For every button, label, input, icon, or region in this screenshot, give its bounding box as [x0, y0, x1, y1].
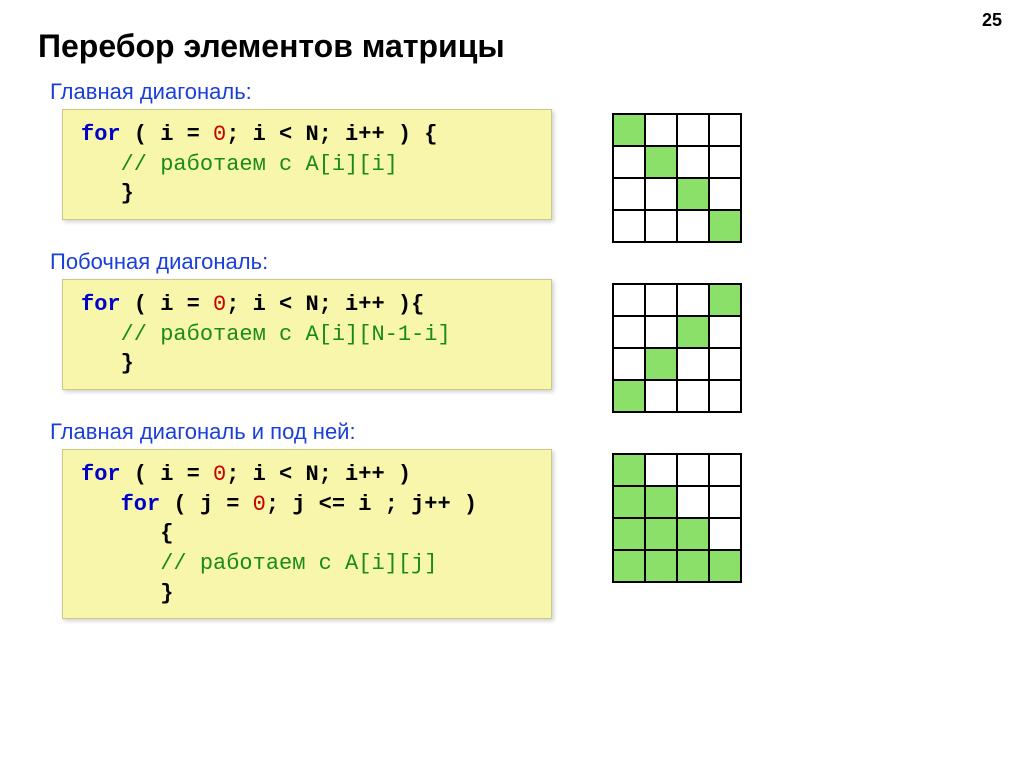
matrix-cell	[678, 211, 710, 243]
matrix-cell	[646, 487, 678, 519]
section-label-anti-diag: Побочная диагональ:	[50, 249, 986, 275]
matrix-cell	[646, 381, 678, 413]
matrix-cell	[710, 349, 742, 381]
matrix-lower-tri	[612, 453, 742, 583]
matrix-cell	[614, 455, 646, 487]
matrix-cell	[678, 381, 710, 413]
matrix-cell	[710, 519, 742, 551]
section-label-main-diag: Главная диагональ:	[50, 79, 986, 105]
matrix-cell	[614, 211, 646, 243]
matrix-cell	[678, 551, 710, 583]
matrix-cell	[710, 147, 742, 179]
matrix-cell	[678, 285, 710, 317]
matrix-cell	[614, 285, 646, 317]
code-block-anti-diag: for ( i = 0; i < N; i++ ){ // работаем с…	[62, 279, 552, 390]
matrix-cell	[646, 551, 678, 583]
section-row-main-diag: for ( i = 0; i < N; i++ ) { // работаем …	[62, 109, 986, 243]
matrix-cell	[646, 317, 678, 349]
matrix-cell	[678, 455, 710, 487]
matrix-main-diag	[612, 113, 742, 243]
matrix-cell	[678, 147, 710, 179]
matrix-cell	[614, 115, 646, 147]
matrix-cell	[710, 487, 742, 519]
matrix-cell	[678, 115, 710, 147]
code-block-main-diag: for ( i = 0; i < N; i++ ) { // работаем …	[62, 109, 552, 220]
matrix-cell	[646, 349, 678, 381]
matrix-cell	[646, 455, 678, 487]
matrix-cell	[710, 285, 742, 317]
matrix-cell	[710, 115, 742, 147]
matrix-cell	[678, 317, 710, 349]
matrix-cell	[710, 179, 742, 211]
matrix-cell	[646, 179, 678, 211]
matrix-cell	[614, 381, 646, 413]
matrix-cell	[614, 179, 646, 211]
matrix-cell	[646, 115, 678, 147]
matrix-cell	[614, 519, 646, 551]
matrix-cell	[646, 519, 678, 551]
section-label-lower-tri: Главная диагональ и под ней:	[50, 419, 986, 445]
page-number: 25	[982, 10, 1002, 31]
matrix-cell	[710, 317, 742, 349]
section-row-lower-tri: for ( i = 0; i < N; i++ ) for ( j = 0; j…	[62, 449, 986, 619]
matrix-cell	[614, 551, 646, 583]
section-row-anti-diag: for ( i = 0; i < N; i++ ){ // работаем с…	[62, 279, 986, 413]
matrix-cell	[646, 285, 678, 317]
matrix-cell	[678, 519, 710, 551]
matrix-cell	[646, 147, 678, 179]
code-block-lower-tri: for ( i = 0; i < N; i++ ) for ( j = 0; j…	[62, 449, 552, 619]
matrix-cell	[646, 211, 678, 243]
matrix-cell	[614, 317, 646, 349]
matrix-cell	[614, 349, 646, 381]
matrix-cell	[710, 551, 742, 583]
matrix-cell	[678, 487, 710, 519]
matrix-anti-diag	[612, 283, 742, 413]
page-title: Перебор элементов матрицы	[38, 28, 986, 65]
matrix-cell	[614, 147, 646, 179]
matrix-cell	[710, 381, 742, 413]
matrix-cell	[614, 487, 646, 519]
matrix-cell	[710, 455, 742, 487]
matrix-cell	[678, 349, 710, 381]
matrix-cell	[678, 179, 710, 211]
matrix-cell	[710, 211, 742, 243]
